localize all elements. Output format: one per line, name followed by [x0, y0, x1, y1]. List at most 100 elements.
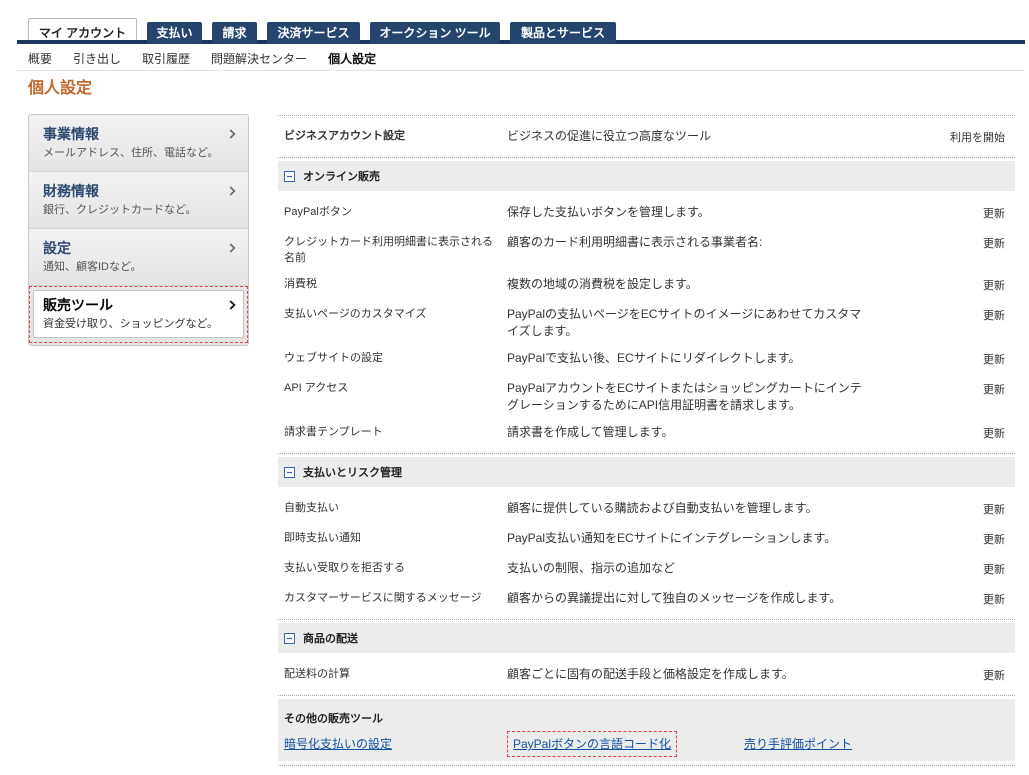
update-link[interactable]: 更新 — [983, 208, 1005, 220]
row-payment-page-customization: 支払いページのカスタマイズ PayPalの支払いページをECサイトのイメージにあ… — [278, 298, 1015, 342]
main-tab-bar: マイ アカウント 支払い 請求 決済サービス オークション ツール 製品とサービ… — [28, 18, 626, 44]
chevron-right-icon — [229, 300, 236, 310]
sidebar-item-settings[interactable]: 設定 通知、顧客IDなど。 — [29, 229, 248, 286]
row-api-access: API アクセス PayPalアカウントをECサイトまたはショッピングカートにイ… — [278, 372, 1015, 416]
section-shipping: 商品の配送 配送料の計算 顧客ごとに固有の配送手段と価格設定を作成します。 更新 — [278, 623, 1015, 696]
subnav-resolution-center[interactable]: 問題解決センター — [211, 51, 307, 67]
section-payment-risk-management: 支払いとリスク管理 自動支払い 顧客に提供している購読および自動支払いを管理しま… — [278, 457, 1015, 620]
sidebar-item-title: 財務情報 — [43, 183, 99, 199]
setting-label: 配送料の計算 — [284, 668, 350, 680]
chevron-right-icon — [229, 129, 236, 139]
button-language-encoding-link[interactable]: PayPalボタンの言語コード化 — [506, 731, 678, 757]
sidebar-item-selling-tools[interactable]: 販売ツール 資金受け取り、ショッピングなど。 — [29, 286, 248, 343]
setting-label: クレジットカード利用明細書に表示される名前 — [284, 236, 493, 264]
setting-label: ウェブサイトの設定 — [284, 352, 383, 364]
setting-description: ビジネスの促進に役立つ高度なツール — [507, 129, 712, 143]
sidebar-item-financial-info[interactable]: 財務情報 銀行、クレジットカードなど。 — [29, 172, 248, 229]
setting-label: 即時支払い通知 — [284, 532, 361, 544]
row-sales-tax: 消費税 複数の地域の消費税を設定します。 更新 — [278, 268, 1015, 298]
selling-tools-panel: ビジネスアカウント設定 ビジネスの促進に役立つ高度なツール 利用を開始 オンライ… — [278, 115, 1015, 766]
setting-description: 請求書を作成して管理します。 — [507, 425, 674, 439]
sidebar-item-subtitle: メールアドレス、住所、電話など。 — [43, 147, 219, 159]
section-header: 支払いとリスク管理 — [278, 457, 1015, 487]
setting-description: 保存した支払いボタンを管理します。 — [507, 205, 710, 219]
sub-nav: 概要 引き出し 取引履歴 問題解決センター 個人設定 — [28, 51, 397, 67]
setting-description: 顧客ごとに固有の配送手段と価格設定を作成します。 — [507, 667, 794, 681]
row-shipping-calculations: 配送料の計算 顧客ごとに固有の配送手段と価格設定を作成します。 更新 — [278, 658, 1015, 688]
setting-label: 消費税 — [284, 278, 317, 290]
sidebar-item-subtitle: 銀行、クレジットカードなど。 — [43, 204, 197, 216]
sidebar-item-subtitle: 資金受け取り、ショッピングなど。 — [43, 318, 219, 330]
update-link[interactable]: 更新 — [983, 428, 1005, 440]
chevron-right-icon — [229, 186, 236, 196]
row-customer-service-message: カスタマーサービスに関するメッセージ 顧客からの異議提出に対して独自のメッセージ… — [278, 582, 1015, 612]
setting-label: PayPalボタン — [284, 206, 352, 218]
section-rows: 自動支払い 顧客に提供している購読および自動支払いを管理します。 更新 即時支払… — [278, 487, 1015, 619]
setting-description: 顧客に提供している購読および自動支払いを管理します。 — [507, 501, 818, 515]
setting-description: PayPalで支払い後、ECサイトにリダイレクトします。 — [507, 351, 801, 365]
setting-label: API アクセス — [284, 382, 349, 394]
update-link[interactable]: 更新 — [983, 280, 1005, 292]
setting-label: 自動支払い — [284, 502, 339, 514]
subnav-divider — [17, 70, 1025, 71]
update-link[interactable]: 更新 — [983, 534, 1005, 546]
get-started-link[interactable]: 利用を開始 — [950, 132, 1005, 144]
chevron-right-icon — [229, 243, 236, 253]
row-block-payments: 支払い受取りを拒否する 支払いの制限、指示の追加など 更新 — [278, 552, 1015, 582]
sidebar-item-business-info[interactable]: 事業情報 メールアドレス、住所、電話など。 — [29, 115, 248, 172]
tab-merchant-services[interactable]: 決済サービス — [267, 22, 360, 44]
row-website-preferences: ウェブサイトの設定 PayPalで支払い後、ECサイトにリダイレクトします。 更… — [278, 342, 1015, 372]
collapse-minus-icon[interactable] — [284, 632, 295, 644]
update-link[interactable]: 更新 — [983, 310, 1005, 322]
setting-label: 請求書テンプレート — [284, 426, 383, 438]
setting-description: 顧客のカード利用明細書に表示される事業者名: — [507, 235, 763, 249]
subnav-overview[interactable]: 概要 — [28, 51, 52, 67]
tab-auction-tools[interactable]: オークション ツール — [370, 22, 500, 44]
setting-label: ビジネスアカウント設定 — [284, 130, 405, 142]
collapse-minus-icon[interactable] — [284, 170, 295, 182]
setting-description: PayPal支払い通知をECサイトにインテグレーションします。 — [507, 531, 837, 545]
row-credit-card-statement-name: クレジットカード利用明細書に表示される名前 顧客のカード利用明細書に表示される事… — [278, 226, 1015, 268]
update-link[interactable]: 更新 — [983, 384, 1005, 396]
encrypted-payment-settings-link[interactable]: 暗号化支払いの設定 — [284, 737, 392, 751]
section-title: 支払いとリスク管理 — [303, 467, 402, 479]
sidebar-item-title: 販売ツール — [43, 297, 113, 313]
tab-products-services[interactable]: 製品とサービス — [510, 22, 616, 44]
sidebar: 事業情報 メールアドレス、住所、電話など。 財務情報 銀行、クレジットカードなど… — [28, 114, 249, 346]
sidebar-item-title: 設定 — [43, 240, 71, 256]
update-link[interactable]: 更新 — [983, 238, 1005, 250]
setting-label: カスタマーサービスに関するメッセージ — [284, 592, 482, 604]
setting-description: PayPalアカウントをECサイトまたはショッピングカートにインテグレーションす… — [507, 381, 862, 412]
section-rows: PayPalボタン 保存した支払いボタンを管理します。 更新 クレジットカード利… — [278, 191, 1015, 453]
setting-description: PayPalの支払いページをECサイトのイメージにあわせてカスタマイズします。 — [507, 307, 862, 338]
collapse-minus-icon[interactable] — [284, 466, 295, 478]
update-link[interactable]: 更新 — [983, 564, 1005, 576]
row-instant-payment-notification: 即時支払い通知 PayPal支払い通知をECサイトにインテグレーションします。 … — [278, 522, 1015, 552]
tab-request-money[interactable]: 請求 — [212, 22, 257, 44]
other-tools-title: その他の販売ツール — [284, 713, 383, 725]
subnav-withdraw[interactable]: 引き出し — [73, 51, 121, 67]
tab-my-account[interactable]: マイ アカウント — [28, 18, 137, 40]
section-header: オンライン販売 — [278, 161, 1015, 191]
sidebar-item-subtitle: 通知、顧客IDなど。 — [43, 261, 142, 273]
section-title: オンライン販売 — [303, 171, 380, 183]
section-rows: 配送料の計算 顧客ごとに固有の配送手段と価格設定を作成します。 更新 — [278, 653, 1015, 695]
section-title: 商品の配送 — [303, 633, 358, 645]
other-tools-links: 暗号化支払いの設定 PayPalボタンの言語コード化 売り手評価ポイント — [284, 731, 1015, 757]
update-link[interactable]: 更新 — [983, 504, 1005, 516]
tab-payments[interactable]: 支払い — [147, 22, 202, 44]
other-selling-tools: その他の販売ツール 暗号化支払いの設定 PayPalボタンの言語コード化 売り手… — [278, 699, 1015, 761]
update-link[interactable]: 更新 — [983, 354, 1005, 366]
update-link[interactable]: 更新 — [983, 670, 1005, 682]
setting-description: 支払いの制限、指示の追加など — [507, 561, 676, 575]
setting-label: 支払いページのカスタマイズ — [284, 308, 427, 320]
section-online-selling: オンライン販売 PayPalボタン 保存した支払いボタンを管理します。 更新 ク… — [278, 161, 1015, 454]
update-link[interactable]: 更新 — [983, 594, 1005, 606]
business-account-settings-row: ビジネスアカウント設定 ビジネスの促進に役立つ高度なツール 利用を開始 — [278, 116, 1015, 158]
subnav-history[interactable]: 取引履歴 — [142, 51, 190, 67]
subnav-profile[interactable]: 個人設定 — [328, 51, 376, 67]
page-title: 個人設定 — [28, 80, 93, 97]
row-paypal-buttons: PayPalボタン 保存した支払いボタンを管理します。 更新 — [278, 196, 1015, 226]
seller-reputation-link[interactable]: 売り手評価ポイント — [744, 737, 852, 751]
row-recurring-payments: 自動支払い 顧客に提供している購読および自動支払いを管理します。 更新 — [278, 492, 1015, 522]
